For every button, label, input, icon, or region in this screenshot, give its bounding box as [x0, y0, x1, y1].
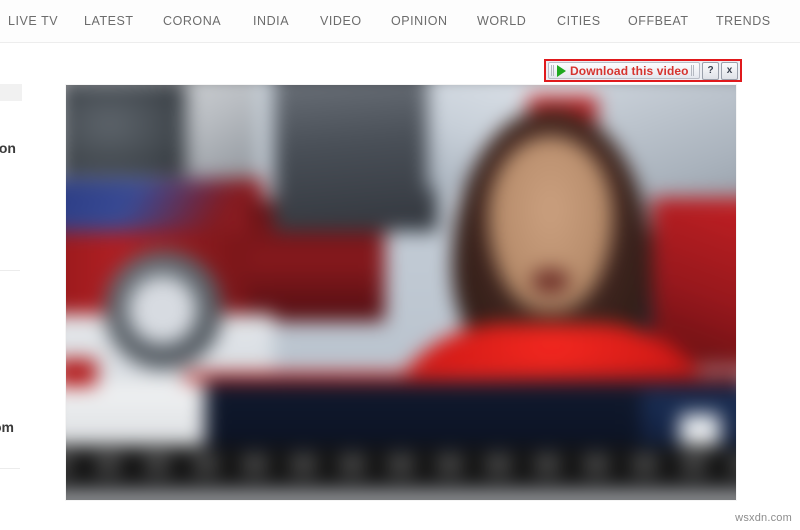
left-column-text-fragment-bottom: om [0, 419, 14, 435]
help-icon-button[interactable]: ? [702, 61, 719, 80]
studio-panel-center-dark [273, 85, 439, 232]
broadcast-scroll-text [66, 454, 736, 476]
left-column-text-fragment-top: to on [0, 140, 16, 156]
drag-handle-icon-right[interactable] [691, 65, 695, 76]
video-player[interactable] [66, 85, 736, 500]
download-video-banner[interactable]: Download this video ? x [544, 59, 742, 82]
download-video-label: Download this video [570, 63, 689, 78]
nav-item-trends[interactable]: TRENDS [716, 10, 771, 32]
left-column-divider-top [0, 270, 20, 271]
video-footer-band [66, 485, 736, 500]
drag-handle-icon[interactable] [551, 65, 555, 76]
studio-screen-left [66, 85, 186, 177]
close-icon-button[interactable]: x [721, 61, 738, 80]
broadcast-live-badge [66, 358, 97, 387]
nav-item-india[interactable]: INDIA [253, 10, 289, 32]
nav-item-cities[interactable]: CITIES [557, 10, 601, 32]
nav-item-corona[interactable]: CORONA [163, 10, 221, 32]
nav-item-video[interactable]: VIDEO [320, 10, 362, 32]
nav-item-live-tv[interactable]: LIVE TV [8, 10, 58, 32]
nav-item-world[interactable]: WORLD [477, 10, 526, 32]
left-column-placeholder-box [0, 84, 22, 101]
broadcast-ticker-right-badge [679, 413, 721, 446]
nav-item-offbeat[interactable]: OFFBEAT [628, 10, 689, 32]
play-triangle-icon [557, 64, 566, 77]
nav-item-opinion[interactable]: OPINION [391, 10, 448, 32]
left-column-divider-bottom [0, 468, 20, 469]
nav-item-latest[interactable]: LATEST [84, 10, 134, 32]
site-navigation-bar: LIVE TV LATEST CORONA INDIA VIDEO OPINIO… [0, 0, 800, 43]
anchor-mouth [531, 268, 570, 295]
site-watermark: wsxdn.com [735, 512, 792, 524]
broadcast-ticker-left-panel [66, 382, 205, 448]
channel-logo-inner [128, 276, 197, 344]
download-video-button[interactable]: Download this video [548, 62, 700, 79]
video-frame-blurred [66, 85, 736, 500]
